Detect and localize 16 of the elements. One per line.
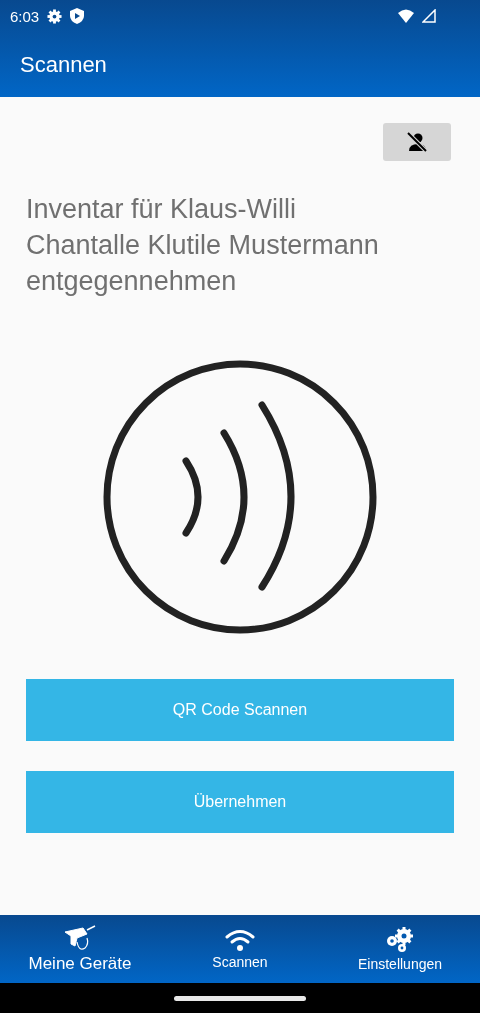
shield-icon [70, 8, 85, 24]
nav-tab[interactable]: Scannen [212, 954, 268, 970]
gears-icon [384, 926, 416, 954]
wifi-icon [224, 928, 256, 952]
nfc-icon [102, 359, 378, 635]
status-time: 6:03 [10, 7, 40, 25]
prompt-text: Inventar für Klaus-Willi Chantalle Klutile Mustermann entgegennehmen [26, 193, 380, 298]
nav-tab[interactable]: Meine Geräte [28, 954, 132, 974]
wifi-signal-icon [398, 9, 414, 23]
person-off-icon [405, 130, 429, 154]
nav-tab[interactable]: Einstellungen [357, 956, 443, 972]
drill-icon [63, 924, 97, 952]
gear-icon [47, 8, 63, 24]
person-off-button[interactable] [383, 123, 451, 161]
cell-signal-icon [422, 9, 436, 23]
app-bar-title: Scannen [20, 51, 107, 78]
